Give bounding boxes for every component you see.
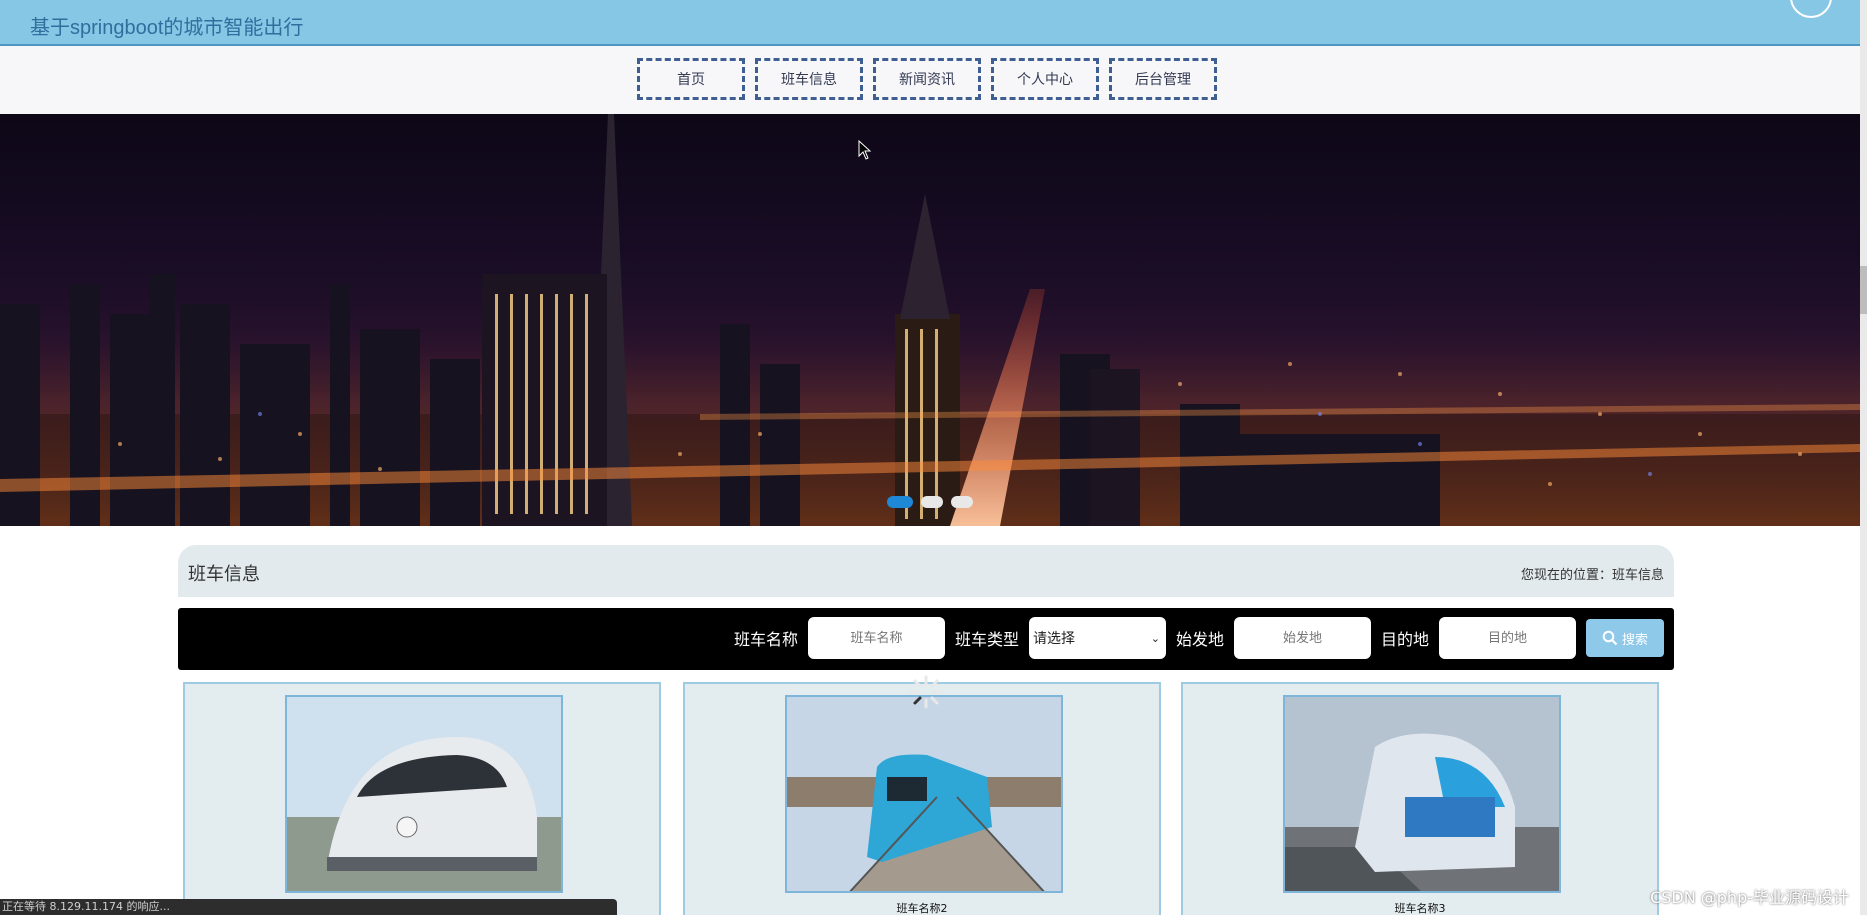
- page: 基于springboot的城市智能出行 首页 班车信息 新闻资讯 个人中心 后台…: [0, 0, 1867, 915]
- nav-item-news[interactable]: 新闻资讯: [873, 58, 981, 100]
- bus-card-image[interactable]: [785, 695, 1063, 893]
- bus-card-image[interactable]: [1283, 695, 1561, 893]
- bus-card[interactable]: [183, 682, 661, 915]
- bus-card[interactable]: 班车名称2: [683, 682, 1161, 915]
- search-bar: 班车名称 班车类型 请选择 ⌄ 始发地 目的地 搜索: [178, 608, 1674, 670]
- page-scrollbar[interactable]: [1860, 0, 1867, 915]
- bus-type-select[interactable]: 请选择 ⌄: [1028, 617, 1166, 659]
- bus-card-name[interactable]: 班车名称2: [685, 900, 1159, 915]
- search-icon: [1602, 630, 1618, 646]
- corner-circle-icon[interactable]: [1790, 0, 1832, 18]
- loading-spinner-icon: [909, 675, 943, 709]
- bus-card-name[interactable]: 班车名称3: [1183, 900, 1657, 915]
- main-nav: 首页 班车信息 新闻资讯 个人中心 后台管理: [0, 46, 1860, 114]
- slide-dot-3[interactable]: [951, 496, 973, 508]
- site-header: 基于springboot的城市智能出行: [0, 0, 1860, 46]
- csdn-watermark: CSDN @php-毕业源码设计: [1650, 888, 1849, 907]
- browser-status-bar: 正在等待 8.129.11.174 的响应...: [0, 899, 617, 915]
- origin-label: 始发地: [1175, 630, 1224, 649]
- city-night-image: [0, 114, 1860, 526]
- breadcrumb: 您现在的位置：班车信息: [1520, 568, 1664, 583]
- chevron-down-icon: ⌄: [1150, 631, 1160, 645]
- search-button-label: 搜索: [1621, 632, 1648, 648]
- search-button[interactable]: 搜索: [1586, 619, 1664, 657]
- nav-list: 首页 班车信息 新闻资讯 个人中心 后台管理: [637, 58, 1217, 100]
- bus-card[interactable]: 班车名称3: [1181, 682, 1659, 915]
- nav-item-bus-info[interactable]: 班车信息: [755, 58, 863, 100]
- section-title: 班车信息: [188, 564, 260, 585]
- nav-item-home[interactable]: 首页: [637, 58, 745, 100]
- bus-type-selected: 请选择: [1032, 631, 1075, 647]
- bus-card-image[interactable]: [285, 695, 563, 893]
- origin-input[interactable]: [1233, 617, 1371, 659]
- slide-dot-1[interactable]: [887, 496, 913, 508]
- banner-slide-dots: [887, 496, 973, 508]
- destination-input[interactable]: [1439, 617, 1576, 659]
- nav-item-admin[interactable]: 后台管理: [1109, 58, 1217, 100]
- bus-card-list: 班车名称2 班车名称3: [183, 682, 1659, 915]
- destination-label: 目的地: [1380, 630, 1429, 649]
- bus-name-input[interactable]: [807, 617, 945, 659]
- bus-name-label: 班车名称: [733, 630, 798, 649]
- bus-type-label: 班车类型: [954, 630, 1019, 649]
- mouse-cursor-icon: [858, 140, 872, 160]
- slide-dot-2[interactable]: [921, 496, 943, 508]
- section-header: 班车信息 您现在的位置：班车信息: [178, 545, 1674, 597]
- search-row: 班车名称 班车类型 请选择 ⌄ 始发地 目的地 搜索: [734, 617, 1664, 659]
- nav-item-profile[interactable]: 个人中心: [991, 58, 1099, 100]
- scrollbar-thumb[interactable]: [1860, 266, 1867, 314]
- site-title[interactable]: 基于springboot的城市智能出行: [30, 11, 303, 40]
- hero-banner[interactable]: [0, 114, 1860, 526]
